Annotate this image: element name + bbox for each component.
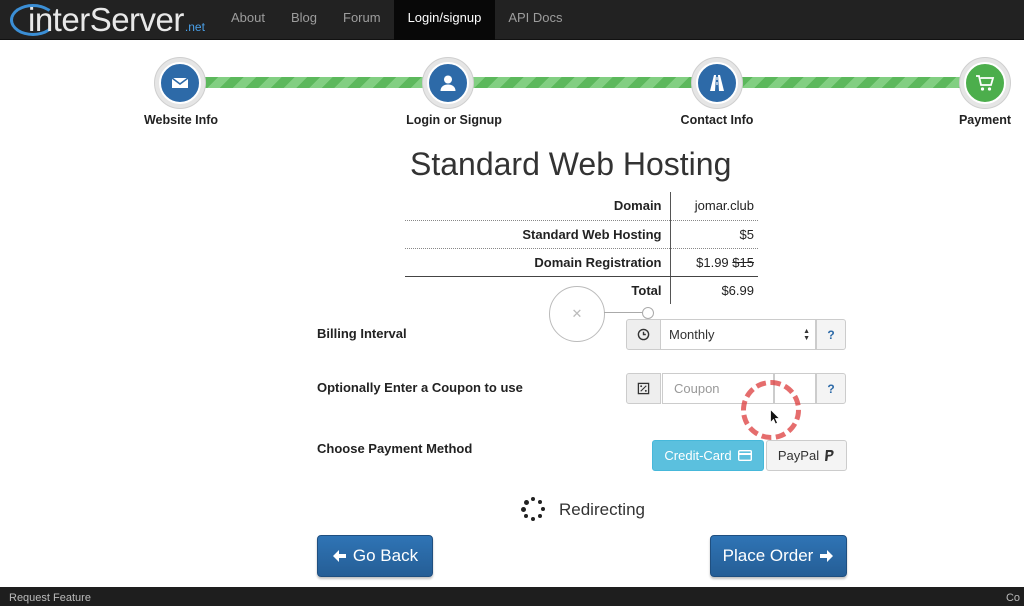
logo-word: interServer: [28, 1, 184, 38]
top-navbar: interServer .net About Blog Forum Login/…: [0, 0, 1024, 40]
main-nav: About Blog Forum Login/signup API Docs: [218, 0, 576, 40]
select-arrows-icon: ▲ ▼: [803, 328, 810, 342]
place-order-label: Place Order: [722, 546, 814, 565]
summary-value: $5: [670, 220, 758, 249]
arrow-right-icon: [820, 550, 834, 562]
logo-tld: .net: [184, 20, 205, 34]
nav-about[interactable]: About: [218, 0, 278, 40]
faded-close-icon: ✕: [549, 286, 605, 342]
footer-bar: Request Feature Co: [0, 587, 1024, 606]
cart-icon: [964, 62, 1006, 104]
clock-icon: [626, 319, 661, 350]
table-row: Standard Web Hosting $5: [405, 220, 758, 249]
summary-value: $1.99 $15: [670, 248, 758, 277]
summary-key: Total: [405, 276, 671, 304]
domain-price: $1.99: [696, 254, 729, 270]
coupon-icon: [626, 373, 661, 404]
nav-forum[interactable]: Forum: [330, 0, 394, 40]
credit-card-button[interactable]: Credit-Card: [652, 440, 764, 471]
interserver-logo[interactable]: interServer .net: [10, 0, 205, 40]
payment-method-label: Choose Payment Method: [317, 441, 473, 456]
place-order-button[interactable]: Place Order: [710, 535, 847, 577]
envelope-icon: [159, 62, 201, 104]
billing-help-button[interactable]: ?: [816, 319, 846, 350]
loading-spinner-icon: [521, 497, 545, 521]
paypal-icon: [825, 450, 834, 461]
step-label-payment: Payment: [958, 113, 1012, 127]
summary-total: $6.99: [721, 282, 754, 298]
step-label-login-signup: Login or Signup: [406, 113, 502, 127]
billing-interval-select[interactable]: Monthly ▲ ▼: [660, 319, 816, 350]
request-feature-link[interactable]: Request Feature: [9, 592, 91, 604]
credit-card-icon: [737, 450, 752, 461]
table-row: Domain jomar.club: [405, 192, 758, 221]
billing-interval-value: Monthly: [669, 327, 715, 342]
step-login-signup[interactable]: [422, 57, 474, 109]
go-back-label: Go Back: [352, 546, 419, 565]
road-icon: [696, 62, 738, 104]
domain-old-price: $15: [732, 254, 754, 270]
coupon-help-button[interactable]: ?: [816, 373, 846, 404]
step-payment[interactable]: [959, 57, 1011, 109]
step-contact-info[interactable]: [691, 57, 743, 109]
summary-value: jomar.club: [670, 192, 758, 221]
footer-right-text[interactable]: Co: [1006, 592, 1020, 604]
nav-login-signup[interactable]: Login/signup: [393, 0, 496, 40]
nav-blog[interactable]: Blog: [278, 0, 330, 40]
paypal-button[interactable]: PayPal: [766, 440, 847, 471]
nav-api-docs[interactable]: API Docs: [495, 0, 575, 40]
page-title: Standard Web Hosting: [410, 146, 732, 182]
billing-interval-label: Billing Interval: [317, 326, 407, 341]
overlay-connector: [604, 312, 644, 313]
step-label-contact-info: Contact Info: [680, 113, 754, 127]
credit-card-label: Credit-Card: [664, 448, 732, 463]
summary-key: Domain: [405, 192, 671, 221]
redirecting-status: Redirecting: [559, 500, 645, 519]
user-icon: [427, 62, 469, 104]
progress-track: [180, 77, 985, 88]
mouse-cursor-icon: [770, 409, 780, 425]
arrow-left-icon: [332, 550, 346, 562]
go-back-button[interactable]: Go Back: [317, 535, 433, 577]
step-label-website-info: Website Info: [143, 113, 219, 127]
step-website-info[interactable]: [154, 57, 206, 109]
summary-key: Domain Registration: [405, 248, 671, 277]
paypal-label: PayPal: [777, 448, 820, 463]
summary-key: Standard Web Hosting: [405, 220, 671, 249]
coupon-label: Optionally Enter a Coupon to use: [317, 380, 523, 395]
overlay-anchor-dot: [642, 307, 654, 319]
table-row: Domain Registration $1.99 $15: [405, 248, 758, 277]
